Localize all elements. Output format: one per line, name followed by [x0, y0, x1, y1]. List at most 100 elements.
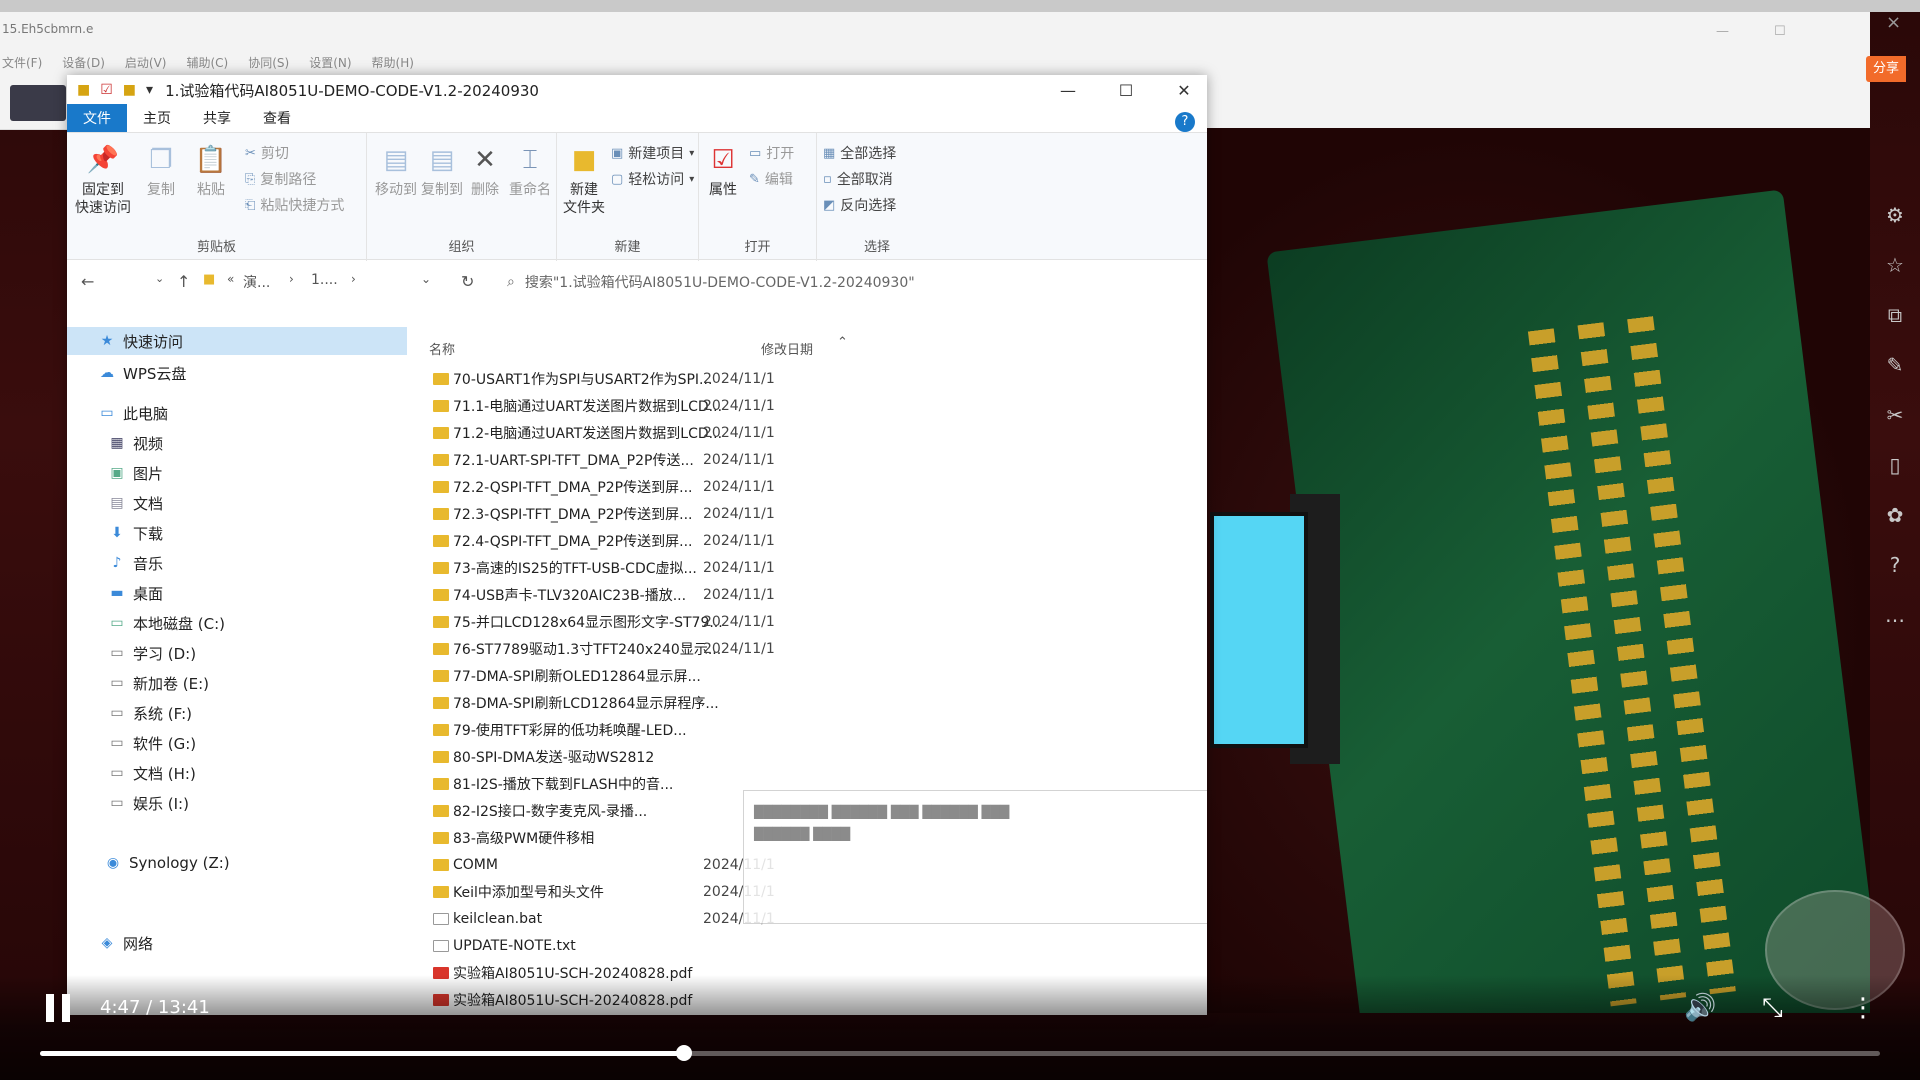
nav-drive-d[interactable]: ▭ 学习 (D:) [67, 639, 196, 667]
pin-icon: 📌 [86, 145, 120, 175]
file-row[interactable]: 74-USB声卡-TLV320AIC23B-播放... 2024/11/1 [427, 581, 1207, 608]
properties-button[interactable]: ☑ 属性 [703, 143, 743, 199]
nav-music[interactable]: ♪ 音乐 [67, 549, 163, 577]
select-all-button[interactable]: ▦ 全部选择 [823, 143, 896, 163]
checkbox-icon[interactable]: ☑ [100, 82, 113, 98]
nav-drive-e[interactable]: ▭ 新加卷 (E:) [67, 669, 209, 697]
open-button[interactable]: ▭ 打开 [749, 143, 794, 163]
file-row[interactable]: 71.1-电脑通过UART发送图片数据到LCD... 2024/11/1 [427, 392, 1207, 419]
file-row[interactable]: 78-DMA-SPI刷新LCD12864显示屏程序... [427, 689, 1207, 716]
breadcrumb-item[interactable]: 演... [243, 272, 270, 292]
nav-desktop[interactable]: ▬ 桌面 [67, 579, 163, 607]
share-icon[interactable]: ⧉ [1870, 290, 1920, 340]
network-icon: ◈ [101, 935, 113, 951]
file-row[interactable]: 79-使用TFT彩屏的低功耗唤醒-LED... [427, 716, 1207, 743]
nav-documents[interactable]: ▤ 文档 [67, 489, 163, 517]
scroll-up-icon[interactable]: ⌃ [837, 335, 848, 350]
nav-drive-i[interactable]: ▭ 娱乐 (I:) [67, 789, 189, 817]
tab-share[interactable]: 共享 [187, 104, 247, 132]
copy-path-button[interactable]: ⎘ 复制路径 [245, 169, 316, 189]
refresh-icon[interactable]: ↻ [461, 272, 474, 291]
column-date[interactable]: 修改日期 [761, 339, 813, 358]
exit-fullscreen-icon[interactable]: ⤡ [1762, 993, 1783, 1024]
search-input[interactable]: ⌕ 搜索"1.试验箱代码AI8051U-DEMO-CODE-V1.2-20240… [507, 268, 1107, 296]
nav-videos[interactable]: ▦ 视频 [67, 429, 163, 457]
minimize-icon[interactable]: — [1039, 75, 1097, 105]
copy-label: 复制 [147, 182, 175, 198]
back-arrow-icon[interactable]: ← [81, 272, 94, 291]
select-none-button[interactable]: ▫ 全部取消 [823, 169, 893, 189]
tab-home[interactable]: 主页 [127, 104, 187, 132]
nav-drive-f[interactable]: ▭ 系统 (F:) [67, 699, 192, 727]
file-row[interactable]: 72.4-QSPI-TFT_DMA_P2P传送到屏... 2024/11/1 [427, 527, 1207, 554]
overflow-icon[interactable]: « [227, 272, 234, 286]
book-icon[interactable]: ▯ [1870, 440, 1920, 490]
folder-icon [433, 750, 449, 763]
new-item-button[interactable]: ▣ 新建项目 ▾ [611, 143, 694, 163]
file-row[interactable]: 72.2-QSPI-TFT_DMA_P2P传送到屏... 2024/11/1 [427, 473, 1207, 500]
copy-to-button[interactable]: ▤ 复制到 [419, 143, 465, 199]
file-row[interactable]: 75-并口LCD128x64显示图形文字-ST79... 2024/11/1 [427, 608, 1207, 635]
column-name[interactable]: 名称 [429, 339, 455, 358]
file-name: keilclean.bat [453, 910, 543, 927]
folder-icon[interactable]: ■ [77, 82, 90, 98]
gift-icon[interactable]: ✿ [1870, 490, 1920, 540]
cut-button[interactable]: ✂ 剪切 [245, 143, 289, 163]
recent-chevron-icon[interactable]: ⌄ [155, 272, 164, 285]
pause-icon[interactable] [46, 994, 72, 1022]
file-row[interactable]: UPDATE-NOTE.txt [427, 932, 1207, 959]
file-row[interactable]: 71.2-电脑通过UART发送图片数据到LCD... 2024/11/1 [427, 419, 1207, 446]
nav-drive-c[interactable]: ▭ 本地磁盘 (C:) [67, 609, 225, 637]
nav-pictures[interactable]: ▣ 图片 [67, 459, 163, 487]
progress-thumb[interactable] [676, 1045, 692, 1061]
maximize-icon[interactable]: ☐ [1097, 75, 1155, 105]
file-row[interactable]: 73-高速的IS25的TFT-USB-CDC虚拟... 2024/11/1 [427, 554, 1207, 581]
dropdown-icon[interactable]: ▾ [146, 82, 153, 98]
nav-drive-g[interactable]: ▭ 软件 (G:) [67, 729, 196, 757]
close-icon[interactable]: ✕ [1155, 75, 1207, 105]
up-arrow-icon[interactable]: ↑ [177, 272, 190, 291]
more-icon[interactable]: ⋮ [1850, 993, 1876, 1023]
easy-access-button[interactable]: ▢ 轻松访问 ▾ [611, 169, 694, 189]
file-row[interactable]: 76-ST7789驱动1.3寸TFT240x240显示... 2024/11/1 [427, 635, 1207, 662]
paste-button[interactable]: 📋 粘贴 [191, 143, 231, 199]
nav-downloads[interactable]: ⬇ 下载 [67, 519, 163, 547]
copy-button[interactable]: ❐ 复制 [141, 143, 181, 199]
volume-icon[interactable]: 🔊 [1684, 993, 1716, 1023]
tool-icon[interactable]: ✂ [1870, 390, 1920, 440]
star-icon[interactable]: ☆ [1870, 240, 1920, 290]
tab-file[interactable]: 文件 [67, 104, 127, 132]
file-row[interactable]: 72.1-UART-SPI-TFT_DMA_P2P传送... 2024/11/1 [427, 446, 1207, 473]
nav-synology[interactable]: ◉ Synology (Z:) [67, 849, 230, 877]
file-row[interactable]: 77-DMA-SPI刷新OLED12864显示屏... [427, 662, 1207, 689]
nav-label: 文档 (H:) [133, 764, 196, 783]
rename-button[interactable]: ⌶ 重命名 [507, 143, 553, 199]
new-folder-button[interactable]: ■ 新建 文件夹 [561, 143, 607, 217]
file-row[interactable]: 80-SPI-DMA发送-驱动WS2812 [427, 743, 1207, 770]
file-row[interactable]: 70-USART1作为SPI与USART2作为SPI... 2024/11/1 [427, 365, 1207, 392]
move-to-button[interactable]: ▤ 移动到 [373, 143, 419, 199]
folder-icon[interactable]: ■ [123, 82, 136, 98]
nav-drive-h[interactable]: ▭ 文档 (H:) [67, 759, 196, 787]
progress-bar[interactable] [40, 1045, 1880, 1061]
edit-button[interactable]: ✎ 编辑 [749, 169, 793, 189]
pin-button[interactable]: 📌 固定到 快速访问 [73, 143, 133, 217]
invert-selection-button[interactable]: ◩ 反向选择 [823, 195, 896, 215]
delete-button[interactable]: ✕ 删除 [465, 143, 505, 199]
nav-this-pc[interactable]: ▭ 此电脑 [67, 399, 168, 427]
adjust-icon[interactable]: ⚙ [1870, 190, 1920, 240]
open-group-label: 打开 [744, 240, 771, 255]
tab-view[interactable]: 查看 [247, 104, 307, 132]
breadcrumb-item[interactable]: 1.... [311, 272, 338, 288]
help-icon[interactable]: ? [1175, 112, 1195, 132]
nav-network[interactable]: ◈ 网络 [67, 929, 153, 957]
address-dropdown-icon[interactable]: ⌄ [421, 272, 431, 286]
help-icon[interactable]: ? [1870, 540, 1920, 590]
pcb-board [1266, 189, 1870, 1013]
paste-shortcut-button[interactable]: ⎗ 粘贴快捷方式 [245, 195, 344, 215]
nav-quick-access[interactable]: ★ 快速访问 [67, 327, 407, 355]
note-icon[interactable]: ✎ [1870, 340, 1920, 390]
nav-wps[interactable]: ☁ WPS云盘 [67, 359, 186, 387]
more-icon[interactable]: … [1870, 590, 1920, 640]
file-row[interactable]: 72.3-QSPI-TFT_DMA_P2P传送到屏... 2024/11/1 [427, 500, 1207, 527]
